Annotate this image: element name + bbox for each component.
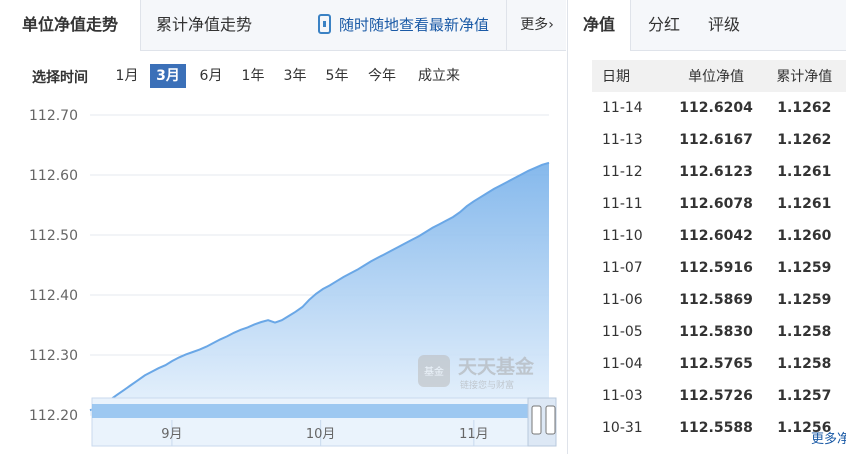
tab-unit-nav-trend[interactable]: 单位净值走势 xyxy=(0,0,141,51)
y-axis: 112.70 112.60 112.50 112.40 112.30 112.20 xyxy=(29,108,78,424)
y-tick-label: 112.20 xyxy=(29,408,78,424)
unit-nav-cell: 112.5588 xyxy=(679,420,753,436)
cumulative-nav-cell: 1.1261 xyxy=(777,164,832,180)
watermark-brand: 天天基金 xyxy=(458,355,535,378)
nav-history-table: 日期 单位净值 累计净值 11-14 112.6204 1.1262 11-13 112… xyxy=(592,60,846,444)
watermark-slogan: 链接您与财富 xyxy=(460,379,514,391)
table-row: 11-03 112.5726 1.1257 xyxy=(592,380,846,412)
range-1y[interactable]: 1年 xyxy=(238,64,268,88)
cumulative-nav-cell: 1.1262 xyxy=(777,132,832,148)
tab-nav[interactable]: 净值 xyxy=(568,0,631,51)
navigator-right-handle[interactable] xyxy=(545,405,556,435)
range-5y[interactable]: 5年 xyxy=(322,64,352,88)
table-row: 11-07 112.5916 1.1259 xyxy=(592,252,846,284)
cumulative-nav-cell: 1.1258 xyxy=(777,324,832,340)
table-row: 11-05 112.5830 1.1258 xyxy=(592,316,846,348)
unit-nav-cell: 112.5916 xyxy=(679,260,753,276)
table-row: 10-31 112.5588 1.1256 xyxy=(592,412,846,444)
cumulative-nav-cell: 1.1257 xyxy=(777,388,832,404)
unit-nav-cell: 112.6123 xyxy=(679,164,753,180)
navigator-left-handle[interactable] xyxy=(531,405,542,435)
unit-nav-cell: 112.6204 xyxy=(679,100,753,116)
watermark-logo-text: 基金 xyxy=(424,365,444,378)
range-6m[interactable]: 6月 xyxy=(196,64,226,88)
date-cell: 11-13 xyxy=(602,132,643,148)
date-cell: 11-06 xyxy=(602,292,643,308)
table-row: 11-06 112.5869 1.1259 xyxy=(592,284,846,316)
table-row: 11-14 112.6204 1.1262 xyxy=(592,92,846,124)
date-cell: 11-04 xyxy=(602,356,643,372)
unit-nav-cell: 112.6078 xyxy=(679,196,753,212)
more-label: 更多 xyxy=(520,17,549,33)
column-header-date: 日期 xyxy=(592,60,671,92)
mobile-link-label: 随时随地查看最新净值 xyxy=(339,16,490,34)
tab-rating[interactable]: 评级 xyxy=(708,0,740,50)
cumulative-nav-cell: 1.1259 xyxy=(777,260,832,276)
table-row: 11-04 112.5765 1.1258 xyxy=(592,348,846,380)
cumulative-nav-cell: 1.1259 xyxy=(777,292,832,308)
unit-nav-cell: 112.6167 xyxy=(679,132,753,148)
unit-nav-cell: 112.6042 xyxy=(679,228,753,244)
cumulative-nav-cell: 1.1258 xyxy=(777,356,832,372)
x-tick-label: 11月 xyxy=(459,427,489,442)
range-since-inception[interactable]: 成立来 xyxy=(414,64,464,88)
y-tick-label: 112.40 xyxy=(29,288,78,304)
unit-nav-cell: 112.5869 xyxy=(679,292,753,308)
unit-nav-cell: 112.5765 xyxy=(679,356,753,372)
cumulative-nav-cell: 1.1260 xyxy=(777,228,832,244)
x-tick-label: 10月 xyxy=(306,427,336,442)
range-3m[interactable]: 3月 xyxy=(150,64,186,88)
y-tick-label: 112.60 xyxy=(29,168,78,184)
date-cell: 11-14 xyxy=(602,100,643,116)
table-row: 11-13 112.6167 1.1262 xyxy=(592,124,846,156)
y-tick-label: 112.50 xyxy=(29,228,78,244)
column-header-unit-nav: 单位净值 xyxy=(670,60,762,92)
cumulative-nav-cell: 1.1261 xyxy=(777,196,832,212)
date-cell: 11-07 xyxy=(602,260,643,276)
table-row: 11-11 112.6078 1.1261 xyxy=(592,188,846,220)
date-cell: 11-12 xyxy=(602,164,643,180)
time-range-label: 选择时间 xyxy=(32,70,88,86)
tab-cumulative-nav-trend[interactable]: 累计净值走势 xyxy=(156,0,252,50)
x-tick-label: 9月 xyxy=(161,427,182,442)
range-ytd[interactable]: 今年 xyxy=(364,64,400,88)
more-nav-link[interactable]: 更多净 xyxy=(811,428,846,447)
table-header-row: 日期 单位净值 累计净值 xyxy=(592,60,846,92)
column-header-cumulative-nav: 累计净值 xyxy=(761,60,846,92)
cumulative-nav-cell: 1.1262 xyxy=(777,100,832,116)
date-cell: 11-03 xyxy=(602,388,643,404)
time-range-selector: 选择时间 1月 3月 6月 1年 3年 5年 今年 成立来 xyxy=(0,60,566,92)
date-cell: 11-11 xyxy=(602,196,643,212)
chevron-right-icon: › xyxy=(548,17,554,33)
y-tick-label: 112.70 xyxy=(29,108,78,124)
nav-trend-panel: 单位净值走势 累计净值走势 随时随地查看最新净值 更多› 选择时间 1月 3月 … xyxy=(0,0,566,454)
date-cell: 10-31 xyxy=(602,420,643,436)
table-row: 11-12 112.6123 1.1261 xyxy=(592,156,846,188)
y-tick-label: 112.30 xyxy=(29,348,78,364)
table-row: 11-10 112.6042 1.1260 xyxy=(592,220,846,252)
mobile-nav-link[interactable]: 随时随地查看最新净值 xyxy=(318,0,489,50)
tab-dividend[interactable]: 分红 xyxy=(648,0,680,50)
nav-history-panel: 净值 分红 评级 日期 单位净值 累计净值 11-14 112.6204 1.126… xyxy=(567,0,846,454)
range-3y[interactable]: 3年 xyxy=(280,64,310,88)
unit-nav-cell: 112.5830 xyxy=(679,324,753,340)
date-cell: 11-10 xyxy=(602,228,643,244)
history-tab-bar: 净值 分红 评级 xyxy=(568,0,846,51)
navigator-selection xyxy=(92,404,536,418)
range-1m[interactable]: 1月 xyxy=(112,64,142,88)
more-button[interactable]: 更多› xyxy=(506,0,567,50)
nav-chart: 112.70112.60112.50112.40112.30112.20 基金 … xyxy=(29,108,557,447)
date-cell: 11-05 xyxy=(602,324,643,340)
unit-nav-cell: 112.5726 xyxy=(679,388,753,404)
chart-tab-bar: 单位净值走势 累计净值走势 随时随地查看最新净值 更多› xyxy=(0,0,566,51)
phone-icon xyxy=(318,14,331,34)
